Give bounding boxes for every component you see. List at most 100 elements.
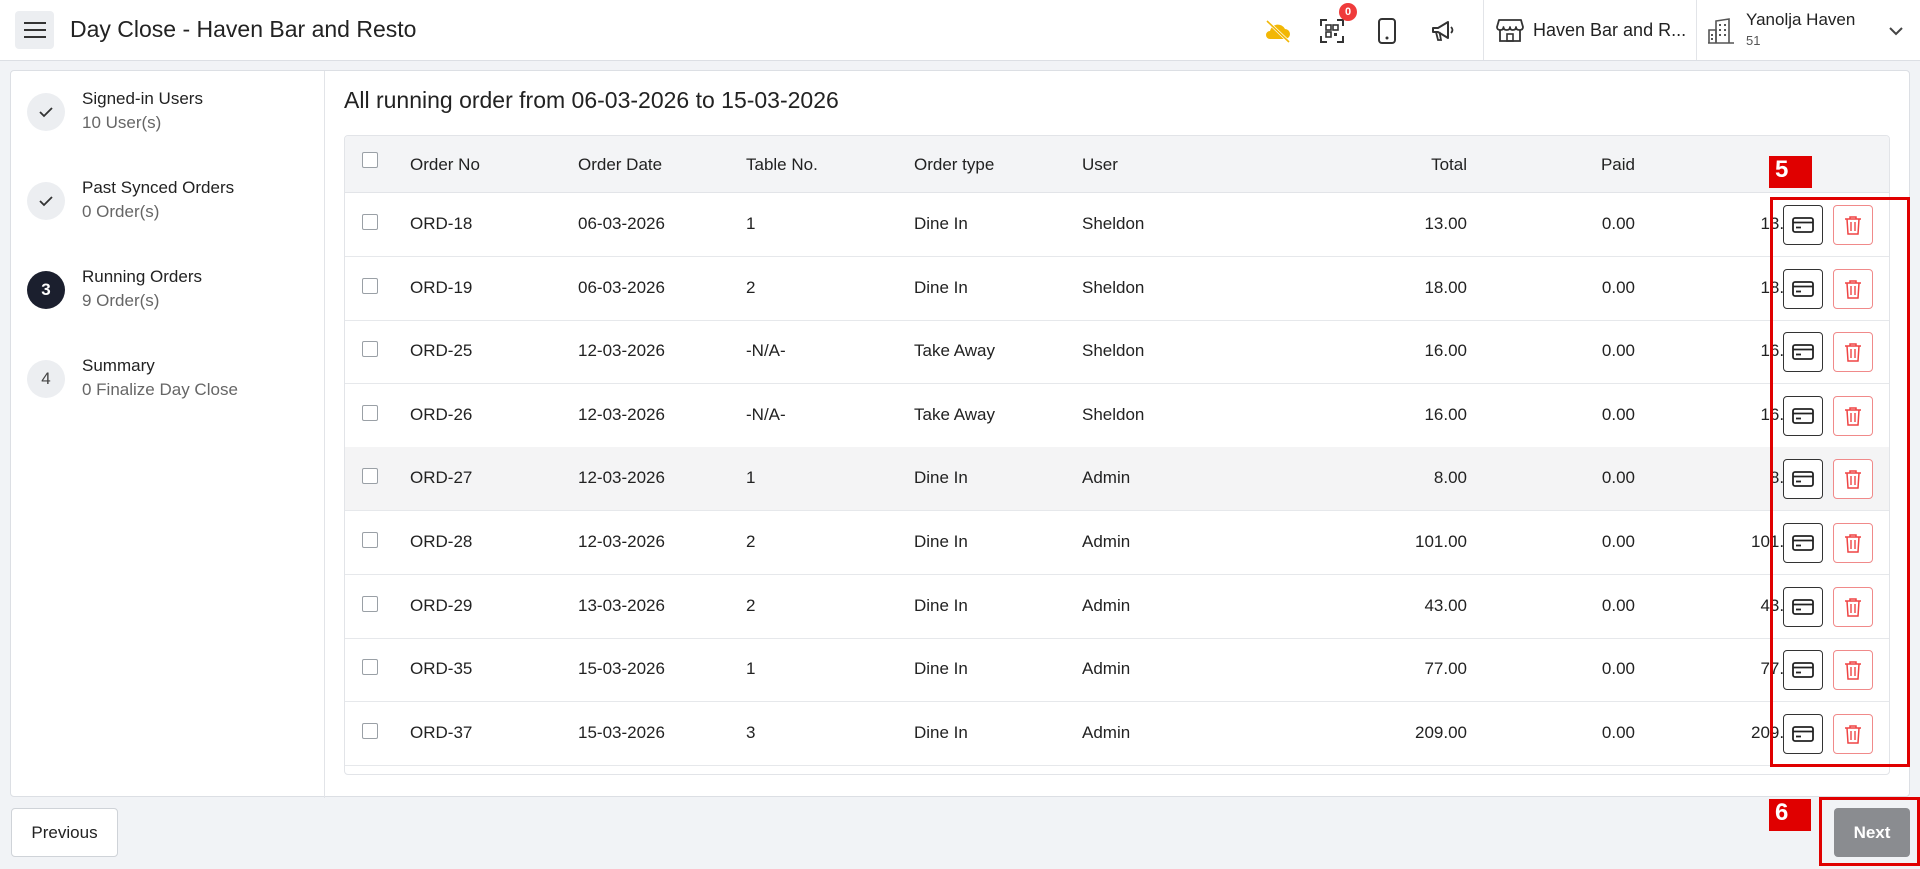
- sync-status-button[interactable]: [1263, 16, 1293, 46]
- cell-paid: 0.00: [1601, 404, 1635, 424]
- column-header: Order type: [914, 155, 995, 174]
- step-title: Running Orders: [82, 267, 203, 286]
- select-all-checkbox[interactable]: [362, 152, 378, 168]
- announcement-button[interactable]: [1428, 16, 1458, 46]
- cell-user: Sheldon: [1082, 214, 1145, 233]
- cell-order-no: ORD-28: [410, 532, 473, 551]
- cell-order-no: ORD-26: [410, 404, 473, 424]
- cell-table: -N/A-: [746, 341, 786, 361]
- cell-total: 16.00: [1424, 341, 1467, 361]
- cell-table: 2: [746, 277, 756, 297]
- cell-total: 209.00: [1415, 722, 1467, 742]
- cell-order-no: ORD-37: [410, 722, 473, 742]
- cell-date: 12-03-2026: [578, 404, 665, 424]
- cell-date: 06-03-2026: [578, 214, 665, 233]
- notification-badge: 0: [1339, 3, 1357, 21]
- row-checkbox[interactable]: [362, 404, 378, 421]
- cell-paid: 0.00: [1601, 532, 1635, 551]
- row-checkbox[interactable]: [362, 532, 378, 548]
- stepper: Signed-in Users 10 User(s) Past Synced O…: [11, 71, 325, 798]
- step-number: 4: [27, 360, 65, 398]
- qr-scan-icon: [1320, 19, 1344, 43]
- chevron-down-icon: [1889, 27, 1903, 36]
- cell-date: 15-03-2026: [578, 722, 665, 742]
- page-title: Day Close - Haven Bar and Resto: [70, 16, 417, 42]
- store-name[interactable]: Haven Bar and R...: [1533, 20, 1686, 41]
- mobile-device-button[interactable]: [1372, 16, 1402, 46]
- row-checkbox[interactable]: [362, 722, 378, 739]
- step-subtitle: 0 Order(s): [82, 202, 160, 221]
- cell-user: Sheldon: [1082, 341, 1145, 361]
- cell-table: 1: [746, 659, 756, 679]
- cell-order-no: ORD-25: [410, 341, 473, 361]
- store-selector-icon-wrap[interactable]: [1495, 15, 1525, 45]
- column-header: Order Date: [578, 155, 663, 174]
- step-title: Past Synced Orders: [82, 178, 235, 197]
- column-header: User: [1082, 155, 1118, 174]
- cell-order-no: ORD-18: [410, 214, 473, 233]
- annotation-label: 5: [1769, 156, 1812, 188]
- cell-total: 18.00: [1424, 277, 1467, 297]
- table-row: ORD-25 12-03-2026 -N/A- Take Away Sheldon 16.…: [345, 320, 1889, 385]
- cell-date: 12-03-2026: [578, 468, 665, 488]
- table-row: ORD-37 15-03-2026 3 Dine In Admin 209.00 0.00 2…: [345, 702, 1889, 766]
- cell-type: Dine In: [914, 595, 968, 615]
- megaphone-icon: [1432, 21, 1454, 41]
- cell-type: Dine In: [914, 532, 968, 551]
- cell-type: Dine In: [914, 277, 968, 297]
- column-header: Order No: [410, 155, 480, 174]
- row-checkbox[interactable]: [362, 341, 378, 358]
- cell-date: 13-03-2026: [578, 595, 665, 615]
- user-name[interactable]: Yanolja Haven: [1746, 10, 1855, 30]
- cell-paid: 0.00: [1601, 468, 1635, 488]
- building-icon: [1708, 18, 1734, 44]
- cell-order-no: ORD-19: [410, 277, 473, 297]
- cell-user: Admin: [1082, 532, 1131, 551]
- cell-table: 3: [746, 722, 756, 742]
- step-done-circle: [27, 182, 65, 220]
- building-icon-wrap: [1706, 16, 1736, 46]
- annotation-label: 6: [1769, 799, 1811, 831]
- row-checkbox[interactable]: [362, 468, 378, 485]
- cell-type: Take Away: [914, 341, 995, 361]
- column-header: Table No.: [746, 155, 818, 174]
- row-checkbox[interactable]: [362, 659, 378, 676]
- cell-paid: 0.00: [1601, 722, 1635, 742]
- table-row: ORD-18 06-03-2026 1 Dine In Sheldon 13.00 0.00…: [345, 193, 1889, 257]
- cell-total: 16.00: [1424, 404, 1467, 424]
- top-bar: Day Close - Haven Bar and Resto 0 Haven …: [0, 0, 1920, 61]
- annotation-box-next: [1819, 797, 1920, 866]
- step-title: Signed-in Users: [82, 89, 203, 108]
- previous-button[interactable]: Previous: [11, 808, 118, 857]
- store-icon: [1496, 19, 1524, 42]
- row-checkbox[interactable]: [362, 595, 378, 612]
- menu-button[interactable]: [15, 11, 54, 49]
- cell-date: 15-03-2026: [578, 659, 665, 679]
- step-done-circle: [27, 93, 65, 131]
- table-row: ORD-2712-03-20261Dine InAdmin8.000.008.0…: [345, 447, 1889, 512]
- orders-table: Order No Order Date Table No. Order type…: [344, 135, 1890, 775]
- cell-order-no: ORD-27: [410, 468, 473, 488]
- annotation-box-actions: [1770, 197, 1910, 767]
- table-row: ORD-28 12-03-2026 2 Dine In Admin 101.00 0.00 1…: [345, 511, 1889, 575]
- cell-total: 43.00: [1424, 595, 1467, 615]
- cell-order-no: ORD-29: [410, 595, 473, 615]
- column-header: Paid: [1600, 155, 1635, 174]
- cell-total: 8.00: [1433, 468, 1467, 488]
- user-subtitle: 51: [1746, 33, 1761, 48]
- table-row: ORD-29 13-03-2026 2 Dine In Admin 43.00 0.00 43…: [345, 575, 1889, 639]
- qr-scan-button[interactable]: [1317, 16, 1347, 46]
- cell-table: -N/A-: [746, 404, 786, 424]
- header-divider: [1696, 0, 1697, 60]
- cell-user: Admin: [1082, 468, 1131, 488]
- table-row: ORD-35 15-03-2026 1 Dine In Admin 77.00 0.00 77…: [345, 638, 1889, 703]
- cell-user: Admin: [1082, 595, 1131, 615]
- user-menu-toggle[interactable]: [1881, 16, 1911, 46]
- row-checkbox[interactable]: [362, 214, 378, 230]
- step-subtitle: 10 User(s): [82, 113, 162, 132]
- cell-total: 101.00: [1415, 532, 1467, 551]
- cell-total: 13.00: [1424, 214, 1467, 233]
- row-checkbox[interactable]: [362, 277, 378, 294]
- cell-type: Take Away: [914, 404, 995, 424]
- cell-user: Admin: [1082, 659, 1131, 679]
